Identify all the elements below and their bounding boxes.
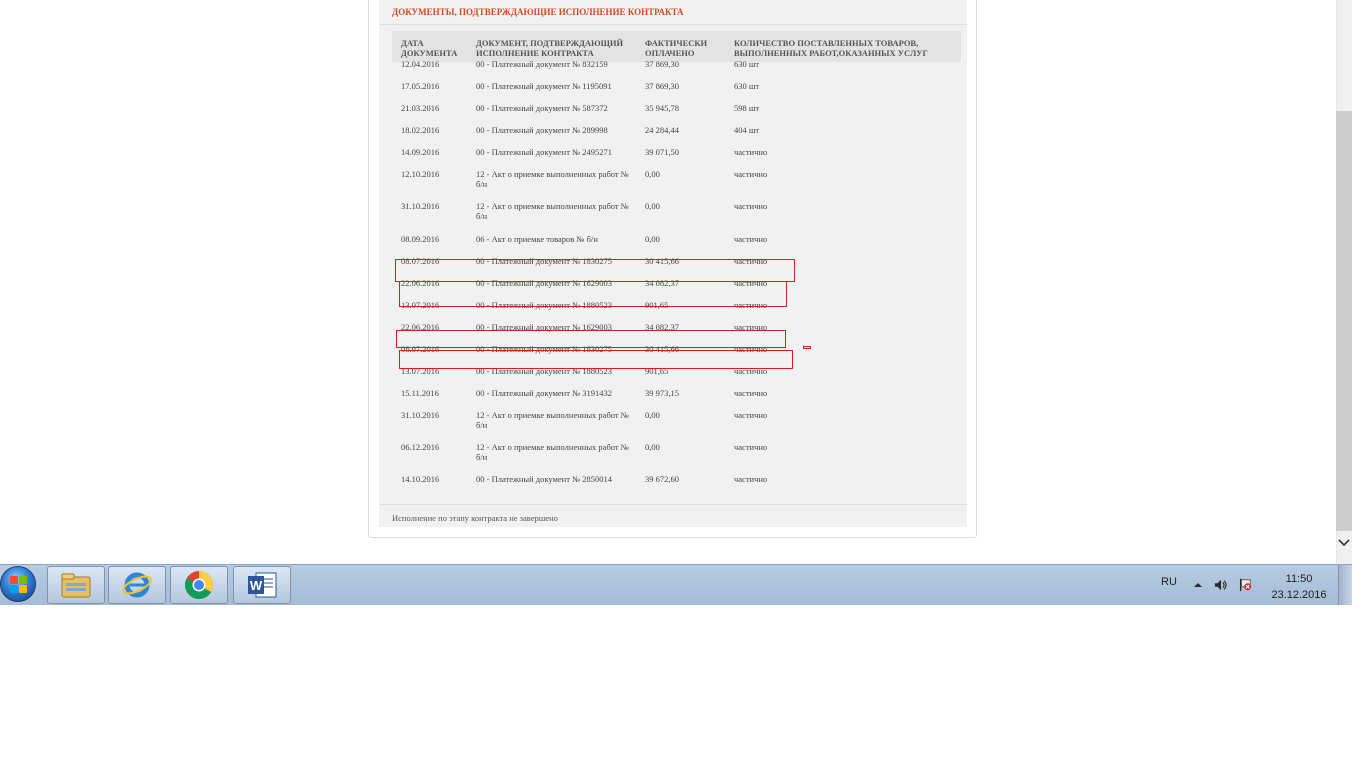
cell-document: 00 - Платежный документ № 832159 [476, 59, 608, 69]
cell-quantity: частично [734, 147, 768, 157]
cell-document: 12 - Акт о приемке выполненных работ № б… [476, 442, 629, 462]
cell-date: 31.10.2016 [401, 410, 440, 420]
clock-time: 11:50 [1285, 573, 1313, 585]
cell-document: 12 - Акт о приемке выполненных работ № б… [476, 410, 629, 430]
cell-quantity: 404 шт [734, 125, 760, 135]
chrome-icon [185, 571, 213, 599]
cell-paid: 24 284,44 [645, 125, 679, 135]
cell-quantity: частично [734, 442, 768, 452]
status-footer: Исполнение по этапу контракта не заверше… [392, 513, 558, 523]
cell-quantity: частично [734, 201, 768, 211]
cell-document: 12 - Акт о приемке выполненных работ № б… [476, 201, 629, 221]
cell-date: 08.09.2016 [401, 234, 440, 244]
cell-document: 12 - Акт о приемке выполненных работ № б… [476, 169, 629, 189]
highlight-box [399, 281, 787, 307]
clock-date: 23.12.2016 [1271, 589, 1327, 601]
cell-date: 14.09.2016 [401, 147, 440, 157]
cell-paid: 39 071,50 [645, 147, 679, 157]
section-title: ДОКУМЕНТЫ, ПОДТВЕРЖДАЮЩИЕ ИСПОЛНЕНИЕ КОН… [392, 7, 684, 17]
table-header: ДАТА ДОКУМЕНТА ДОКУМЕНТ, ПОДТВЕРЖДАЮЩИЙ ИС… [392, 31, 961, 62]
cell-document: 00 - Платежный документ № 587372 [476, 103, 608, 113]
browser-viewport: ДОКУМЕНТЫ, ПОДТВЕРЖДАЮЩИЕ ИСПОЛНЕНИЕ КОН… [0, 0, 1336, 564]
taskbar-word[interactable]: W [233, 566, 291, 604]
cell-date: 15.11.2016 [401, 388, 439, 398]
cell-document: 00 - Платежный документ № 1195091 [476, 81, 612, 91]
action-center-flag-icon[interactable] [1238, 578, 1252, 592]
cell-paid: 39 973,15 [645, 388, 679, 398]
column-header-date: ДАТА ДОКУМЕНТА [401, 38, 458, 58]
taskbar-internet-explorer[interactable] [108, 566, 166, 604]
cell-paid: 0,00 [645, 234, 660, 244]
show-desktop-button[interactable] [1338, 565, 1352, 605]
cell-quantity: частично [734, 234, 768, 244]
cell-date: 18.02.2016 [401, 125, 440, 135]
cell-date: 14.10.2016 [401, 474, 440, 484]
cell-quantity: частично [734, 388, 768, 398]
taskbar-chrome[interactable] [170, 566, 228, 604]
scrollbar-thumb[interactable] [1336, 111, 1352, 531]
cell-document: 00 - Платежный документ № 3191432 [476, 388, 613, 398]
cell-quantity: 598 шт [734, 103, 760, 113]
cell-date: 31.10.2016 [401, 201, 440, 211]
scroll-down-arrow-icon[interactable] [1336, 535, 1352, 551]
file-explorer-icon [61, 573, 91, 598]
column-header-paid: ФАКТИЧЕСКИ ОПЛАЧЕНО [645, 38, 708, 58]
cell-date: 21.03.2016 [401, 103, 440, 113]
column-header-quantity: КОЛИЧЕСТВО ПОСТАВЛЕННЫХ ТОВАРОВ, ВЫПОЛНЕН… [734, 38, 928, 58]
divider [379, 24, 967, 25]
cell-paid: 0,00 [645, 442, 660, 452]
cell-quantity: частично [734, 474, 768, 484]
cell-date: 12.04.2016 [401, 59, 440, 69]
cell-document: 00 - Платежный документ № 2495271 [476, 147, 613, 157]
highlight-mark [803, 346, 811, 349]
taskbar-file-explorer[interactable] [47, 566, 105, 604]
highlight-box [399, 350, 793, 369]
word-icon: W [248, 572, 277, 598]
cell-paid: 37 869,30 [645, 81, 679, 91]
cell-paid: 0,00 [645, 410, 660, 420]
cell-date: 12.10.2016 [401, 169, 440, 179]
cell-document: 00 - Платежный документ № 2850014 [476, 474, 613, 484]
highlight-box [395, 259, 795, 282]
start-button[interactable] [0, 566, 36, 602]
windows-logo-icon [10, 576, 28, 594]
cell-quantity: частично [734, 410, 768, 420]
cell-quantity: 630 шт [734, 59, 760, 69]
cell-quantity: 630 шт [734, 81, 760, 91]
cell-paid: 37 869,30 [645, 59, 679, 69]
cell-paid: 39 672,60 [645, 474, 679, 484]
cell-document: 00 - Платежный документ № 289998 [476, 125, 608, 135]
internet-explorer-icon [122, 572, 152, 598]
highlight-box [396, 330, 786, 348]
cell-quantity: частично [734, 169, 768, 179]
cell-paid: 35 945,78 [645, 103, 679, 113]
language-indicator[interactable]: RU [1161, 576, 1177, 588]
volume-icon[interactable] [1214, 578, 1228, 592]
column-header-document: ДОКУМЕНТ, ПОДТВЕРЖДАЮЩИЙ ИСПОЛНЕНИЕ КОНТР… [476, 38, 624, 58]
svg-text:W: W [250, 578, 263, 593]
cell-document: 06 - Акт о приемке товаров № б/н [476, 234, 598, 244]
system-clock[interactable]: 11:50 23.12.2016 [1266, 571, 1332, 603]
cell-paid: 0,00 [645, 201, 660, 211]
cell-date: 06.12.2016 [401, 442, 440, 452]
divider [379, 504, 967, 505]
cell-paid: 0,00 [645, 169, 660, 179]
cell-date: 17.05.2016 [401, 81, 440, 91]
show-hidden-icons-arrow-icon[interactable] [1191, 578, 1205, 592]
